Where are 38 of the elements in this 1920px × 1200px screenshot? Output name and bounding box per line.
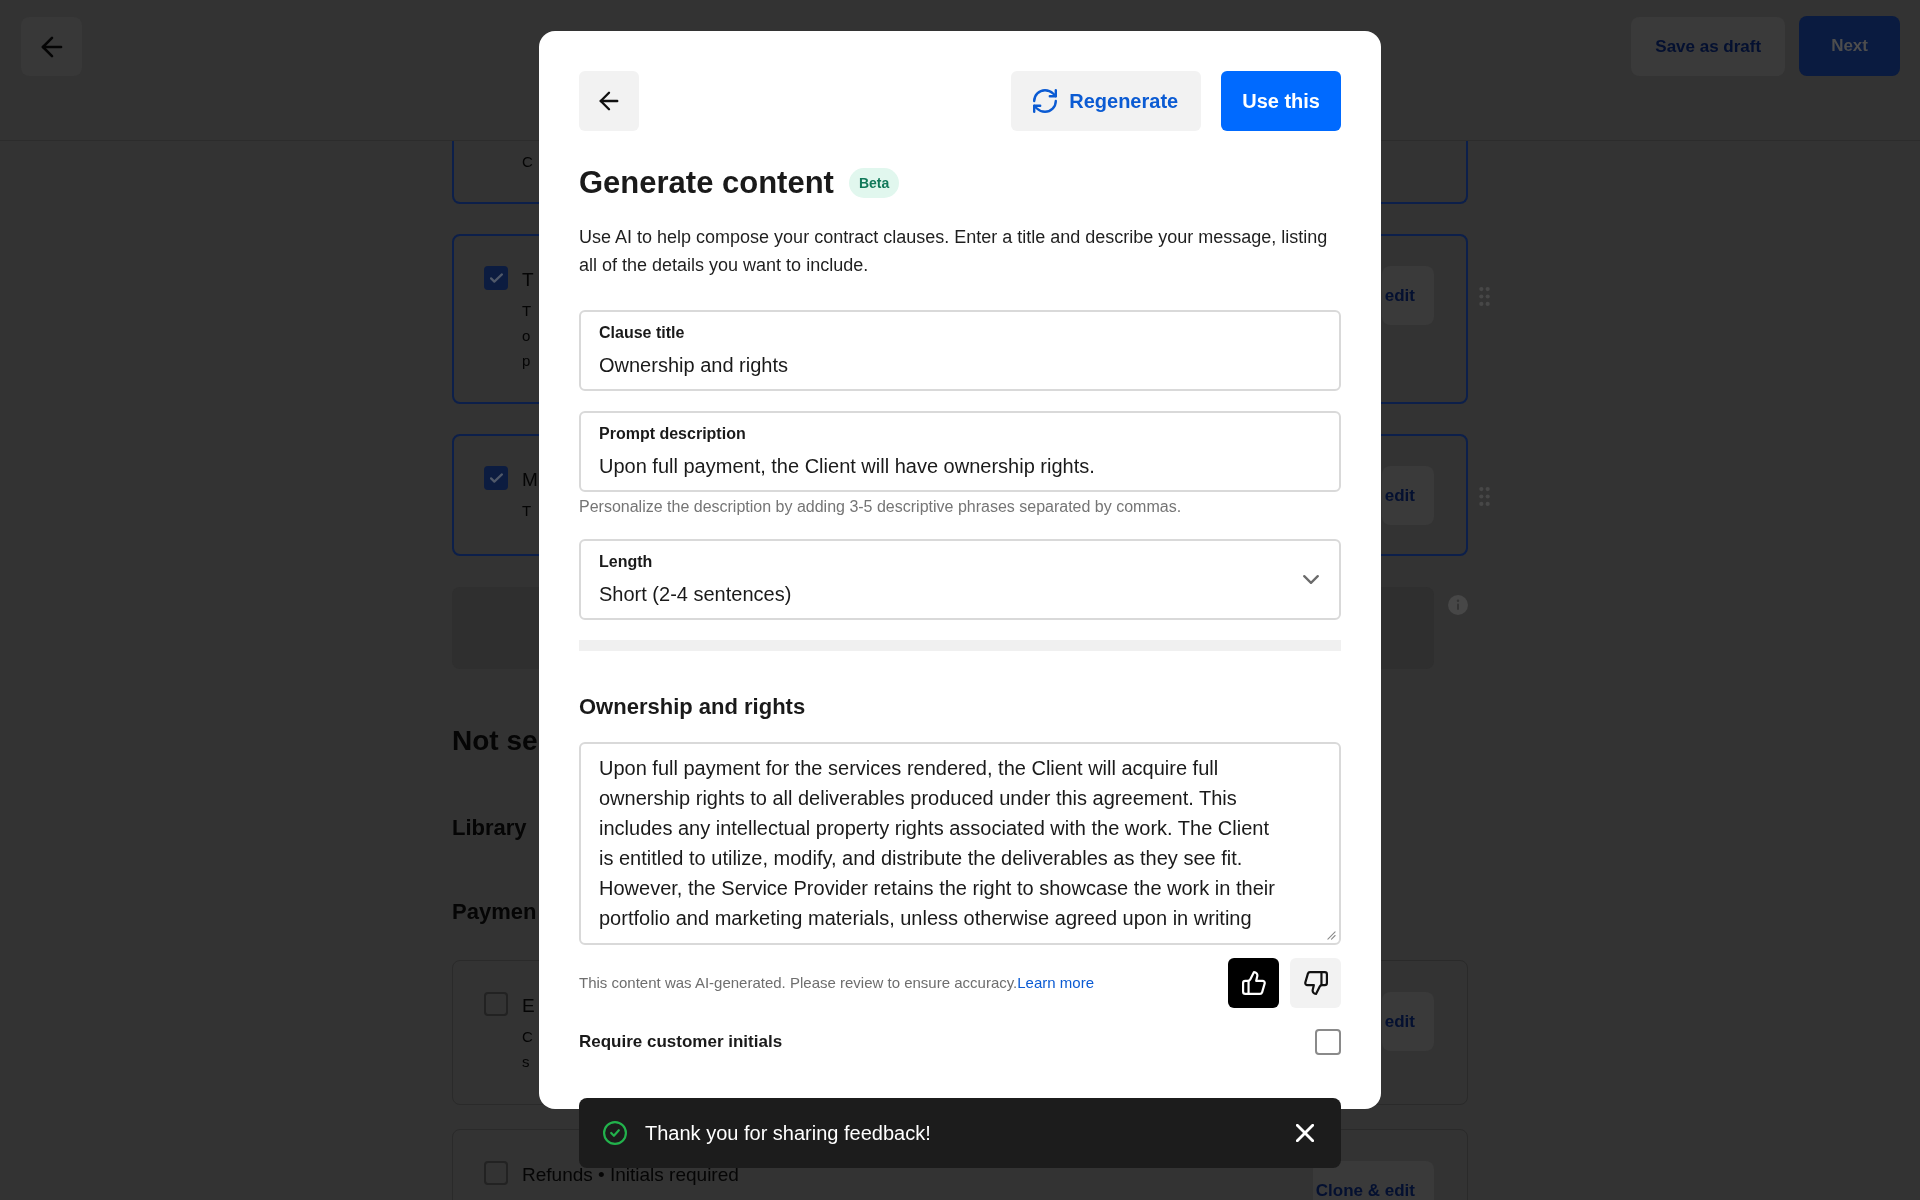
- helper-text: Personalize the description by adding 3-5 descriptive phrases separated by commas.: [579, 497, 1182, 517]
- close-icon: [1296, 1124, 1314, 1142]
- close-button[interactable]: [1296, 1124, 1314, 1142]
- thumbs-up-icon: [1241, 971, 1266, 995]
- check-circle-icon: [603, 1121, 627, 1145]
- generated-text-area[interactable]: Upon full payment for the services rendered, the Client will acquire full ownership rights to all deliverables produced under this agreement. This includes any intellectual property rights associated with the work. The Client is entitled to utilize, modify, and distribute the deliverables as they see fit. However, the Service Provider retains the right to showcase the work in their portfolio and marketing materials, unless otherwise agreed upon in writing: [579, 742, 1341, 945]
- resize-grip-icon[interactable]: [1327, 931, 1336, 940]
- field-label: Clause title: [599, 322, 685, 343]
- field-label: Length: [599, 551, 653, 572]
- refresh-icon: [1033, 89, 1058, 113]
- ai-disclaimer: This content was AI-generated. Please review to ensure accuracy.Learn more: [579, 973, 1094, 993]
- beta-badge: Beta: [848, 168, 900, 198]
- regenerate-button[interactable]: Regenerate: [1011, 71, 1202, 131]
- text-field[interactable]: Clause title Ownership and rights: [579, 310, 1341, 391]
- field-value: Short (2-4 sentences): [599, 581, 792, 607]
- chevron-down-icon: [1303, 575, 1319, 584]
- field-value: Ownership and rights: [599, 352, 788, 378]
- dialog-description: Use AI to help compose your contract clauses. Enter a title and describe your message, listing all of the details you want to include.: [579, 226, 1329, 277]
- checkbox-label: Require customer initials: [579, 1031, 783, 1053]
- learn-more-link[interactable]: Learn more: [1017, 974, 1094, 991]
- result-heading: Ownership and rights: [579, 693, 806, 721]
- dialog-title: Generate content: [579, 165, 834, 201]
- field-label: Prompt description: [599, 423, 746, 444]
- checkbox[interactable]: [1315, 1029, 1341, 1055]
- use-this-button[interactable]: Use this: [1221, 71, 1341, 131]
- back-button[interactable]: [579, 71, 639, 131]
- checkmark-icon: [489, 473, 503, 483]
- field-value: Upon full payment, the Client will have ownership rights.: [599, 453, 1095, 479]
- thumbs-down-button[interactable]: [1290, 958, 1341, 1008]
- checkbox[interactable]: [484, 266, 508, 290]
- checkmark-icon: [489, 273, 503, 283]
- toast-message: Thank you for sharing feedback!: [645, 1121, 931, 1146]
- text-field[interactable]: Prompt description Upon full payment, the Client will have ownership rights.: [579, 411, 1341, 492]
- dropdown-field[interactable]: Length Short (2-4 sentences): [579, 539, 1341, 620]
- thumbs-down-icon: [1303, 971, 1328, 995]
- arrow-left-icon: [599, 91, 619, 111]
- thumbs-up-button[interactable]: [1228, 958, 1279, 1008]
- checkbox[interactable]: [484, 466, 508, 490]
